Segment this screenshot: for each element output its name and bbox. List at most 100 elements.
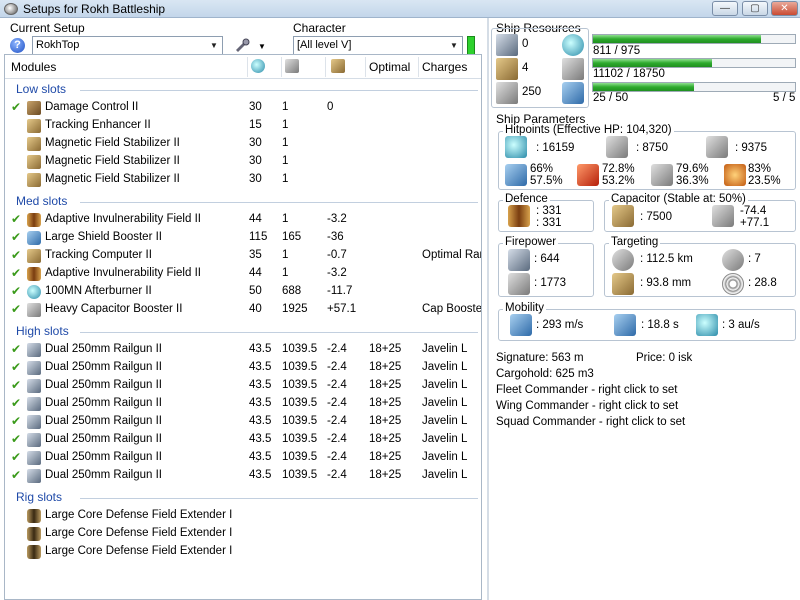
hitpoints-title: Hitpoints (Effective HP: 104,320)	[503, 124, 674, 136]
target-range-icon	[612, 249, 634, 271]
module-row[interactable]: Magnetic Field Stabilizer II 30 1	[5, 171, 481, 189]
module-row[interactable]: ✔ Dual 250mm Railgun II 43.5 1039.5 -2.4 18+2…	[5, 395, 481, 413]
capacitor-column-icon[interactable]	[331, 59, 345, 73]
railgun-icon	[27, 343, 41, 357]
powergrid-column-icon[interactable]	[285, 59, 299, 73]
railgun-icon	[27, 415, 41, 429]
module-cpu: 115	[249, 231, 268, 243]
online-check-icon[interactable]: ✔	[11, 414, 21, 428]
online-check-icon[interactable]: ✔	[11, 432, 21, 446]
wing-commander-slot[interactable]: Wing Commander - right click to set	[496, 400, 678, 412]
module-row[interactable]: Tracking Enhancer II 15 1	[5, 117, 481, 135]
firepower-title: Firepower	[503, 236, 559, 248]
module-row[interactable]: ✔ Tracking Computer II 35 1 -0.7 Optimal Rang…	[5, 247, 481, 265]
module-powergrid: 1	[282, 155, 289, 167]
turret-hardpoints-icon	[496, 34, 518, 56]
column-separator	[325, 57, 326, 77]
character-select[interactable]: [All level V] ▼	[293, 36, 463, 55]
speed-icon	[510, 314, 532, 336]
module-capacitor: -2.4	[327, 379, 347, 391]
module-row[interactable]: Magnetic Field Stabilizer II 30 1	[5, 135, 481, 153]
module-row[interactable]: ✔ Damage Control II 30 1 0	[5, 99, 481, 117]
magnetic-stabilizer-icon	[27, 137, 41, 151]
module-powergrid: 1	[282, 267, 289, 279]
chevron-down-icon: ▼	[450, 41, 458, 50]
module-powergrid: 1039.5	[282, 397, 318, 409]
module-row[interactable]: ✔ Dual 250mm Railgun II 43.5 1039.5 -2.4 18+2…	[5, 359, 481, 377]
explosive-resist-icon	[724, 164, 746, 186]
setup-select[interactable]: RokhTop ▼	[32, 36, 223, 55]
drone-count-value: 5 / 5	[773, 92, 796, 104]
firepower-value-b: : 1773	[534, 277, 566, 289]
warp-speed-icon	[696, 314, 718, 336]
app-icon	[4, 2, 18, 15]
online-check-icon[interactable]: ✔	[11, 450, 21, 464]
setup-tools-icon[interactable]	[234, 38, 252, 54]
module-row[interactable]: ✔ Adaptive Invulnerability Field II 44 1 -3.…	[5, 211, 481, 229]
online-check-icon[interactable]: ✔	[11, 284, 21, 298]
maximize-button[interactable]: ▢	[742, 1, 768, 16]
online-check-icon[interactable]: ✔	[11, 248, 21, 262]
module-cpu: 30	[249, 155, 262, 167]
module-name: Dual 250mm Railgun II	[45, 361, 162, 373]
module-cpu: 44	[249, 267, 262, 279]
sensor-strength-icon	[722, 273, 744, 295]
window-title: Setups for Rokh Battleship	[23, 1, 166, 16]
module-cpu: 15	[249, 119, 262, 131]
module-name: Tracking Enhancer II	[45, 119, 151, 131]
module-row[interactable]: ✔ Dual 250mm Railgun II 43.5 1039.5 -2.4 18+2…	[5, 341, 481, 359]
panel-divider[interactable]	[487, 18, 489, 600]
module-optimal: 18+25	[369, 379, 402, 391]
setup-select-value: RokhTop	[36, 39, 80, 51]
afterburner-icon	[27, 285, 41, 299]
minimize-button[interactable]: —	[712, 1, 738, 16]
online-check-icon[interactable]: ✔	[11, 468, 21, 482]
railgun-icon	[27, 397, 41, 411]
online-check-icon[interactable]: ✔	[11, 230, 21, 244]
powergrid-bar	[592, 58, 796, 68]
online-check-icon[interactable]: ✔	[11, 266, 21, 280]
module-row[interactable]: ✔ 100MN Afterburner II 50 688 -11.7	[5, 283, 481, 301]
online-check-icon[interactable]: ✔	[11, 342, 21, 356]
module-cpu: 30	[249, 173, 262, 185]
charges-column[interactable]: Charges	[422, 60, 467, 74]
module-row[interactable]: Large Core Defense Field Extender I	[5, 543, 481, 561]
section-divider	[80, 332, 478, 333]
tracking-computer-icon	[27, 249, 41, 263]
module-row[interactable]: ✔ Dual 250mm Railgun II 43.5 1039.5 -2.4 18+2…	[5, 449, 481, 467]
online-check-icon[interactable]: ✔	[11, 396, 21, 410]
modules-column[interactable]: Modules	[11, 60, 56, 74]
module-row[interactable]: ✔ Large Shield Booster II 115 165 -36	[5, 229, 481, 247]
online-check-icon[interactable]: ✔	[11, 212, 21, 226]
online-check-icon[interactable]: ✔	[11, 302, 21, 316]
module-row[interactable]: Large Core Defense Field Extender I	[5, 525, 481, 543]
module-powergrid: 688	[282, 285, 302, 297]
module-powergrid: 1	[282, 213, 289, 225]
module-charge: Javelin L	[422, 433, 468, 445]
module-name: Dual 250mm Railgun II	[45, 415, 162, 427]
max-targets-icon	[722, 249, 744, 271]
squad-commander-slot[interactable]: Squad Commander - right click to set	[496, 416, 685, 428]
calibration-icon	[496, 82, 518, 104]
close-button[interactable]: ✕	[771, 1, 798, 16]
module-row[interactable]: ✔ Dual 250mm Railgun II 43.5 1039.5 -2.4 18+2…	[5, 413, 481, 431]
module-row[interactable]: ✔ Dual 250mm Railgun II 43.5 1039.5 -2.4 18+2…	[5, 377, 481, 395]
help-icon[interactable]: ?	[10, 38, 25, 53]
fleet-commander-slot[interactable]: Fleet Commander - right click to set	[496, 384, 678, 396]
module-powergrid: 1039.5	[282, 469, 318, 481]
module-row[interactable]: ✔ Adaptive Invulnerability Field II 44 1 -3.…	[5, 265, 481, 283]
optimal-column[interactable]: Optimal	[369, 60, 410, 74]
module-row[interactable]: ✔ Dual 250mm Railgun II 43.5 1039.5 -2.4 18+2…	[5, 467, 481, 485]
module-capacitor: -0.7	[327, 249, 347, 261]
module-row[interactable]: Magnetic Field Stabilizer II 30 1	[5, 153, 481, 171]
module-row[interactable]: ✔ Dual 250mm Railgun II 43.5 1039.5 -2.4 18+2…	[5, 431, 481, 449]
structure-hp-icon	[706, 136, 728, 158]
kinetic-resist-a: 79.6%	[676, 163, 709, 175]
setup-tools-chevron-icon[interactable]: ▼	[258, 42, 266, 51]
online-check-icon[interactable]: ✔	[11, 378, 21, 392]
online-check-icon[interactable]: ✔	[11, 100, 21, 114]
cpu-column-icon[interactable]	[251, 59, 265, 73]
module-row[interactable]: Large Core Defense Field Extender I	[5, 507, 481, 525]
module-row[interactable]: ✔ Heavy Capacitor Booster II 40 1925 +57.1 Ca…	[5, 301, 481, 319]
online-check-icon[interactable]: ✔	[11, 360, 21, 374]
